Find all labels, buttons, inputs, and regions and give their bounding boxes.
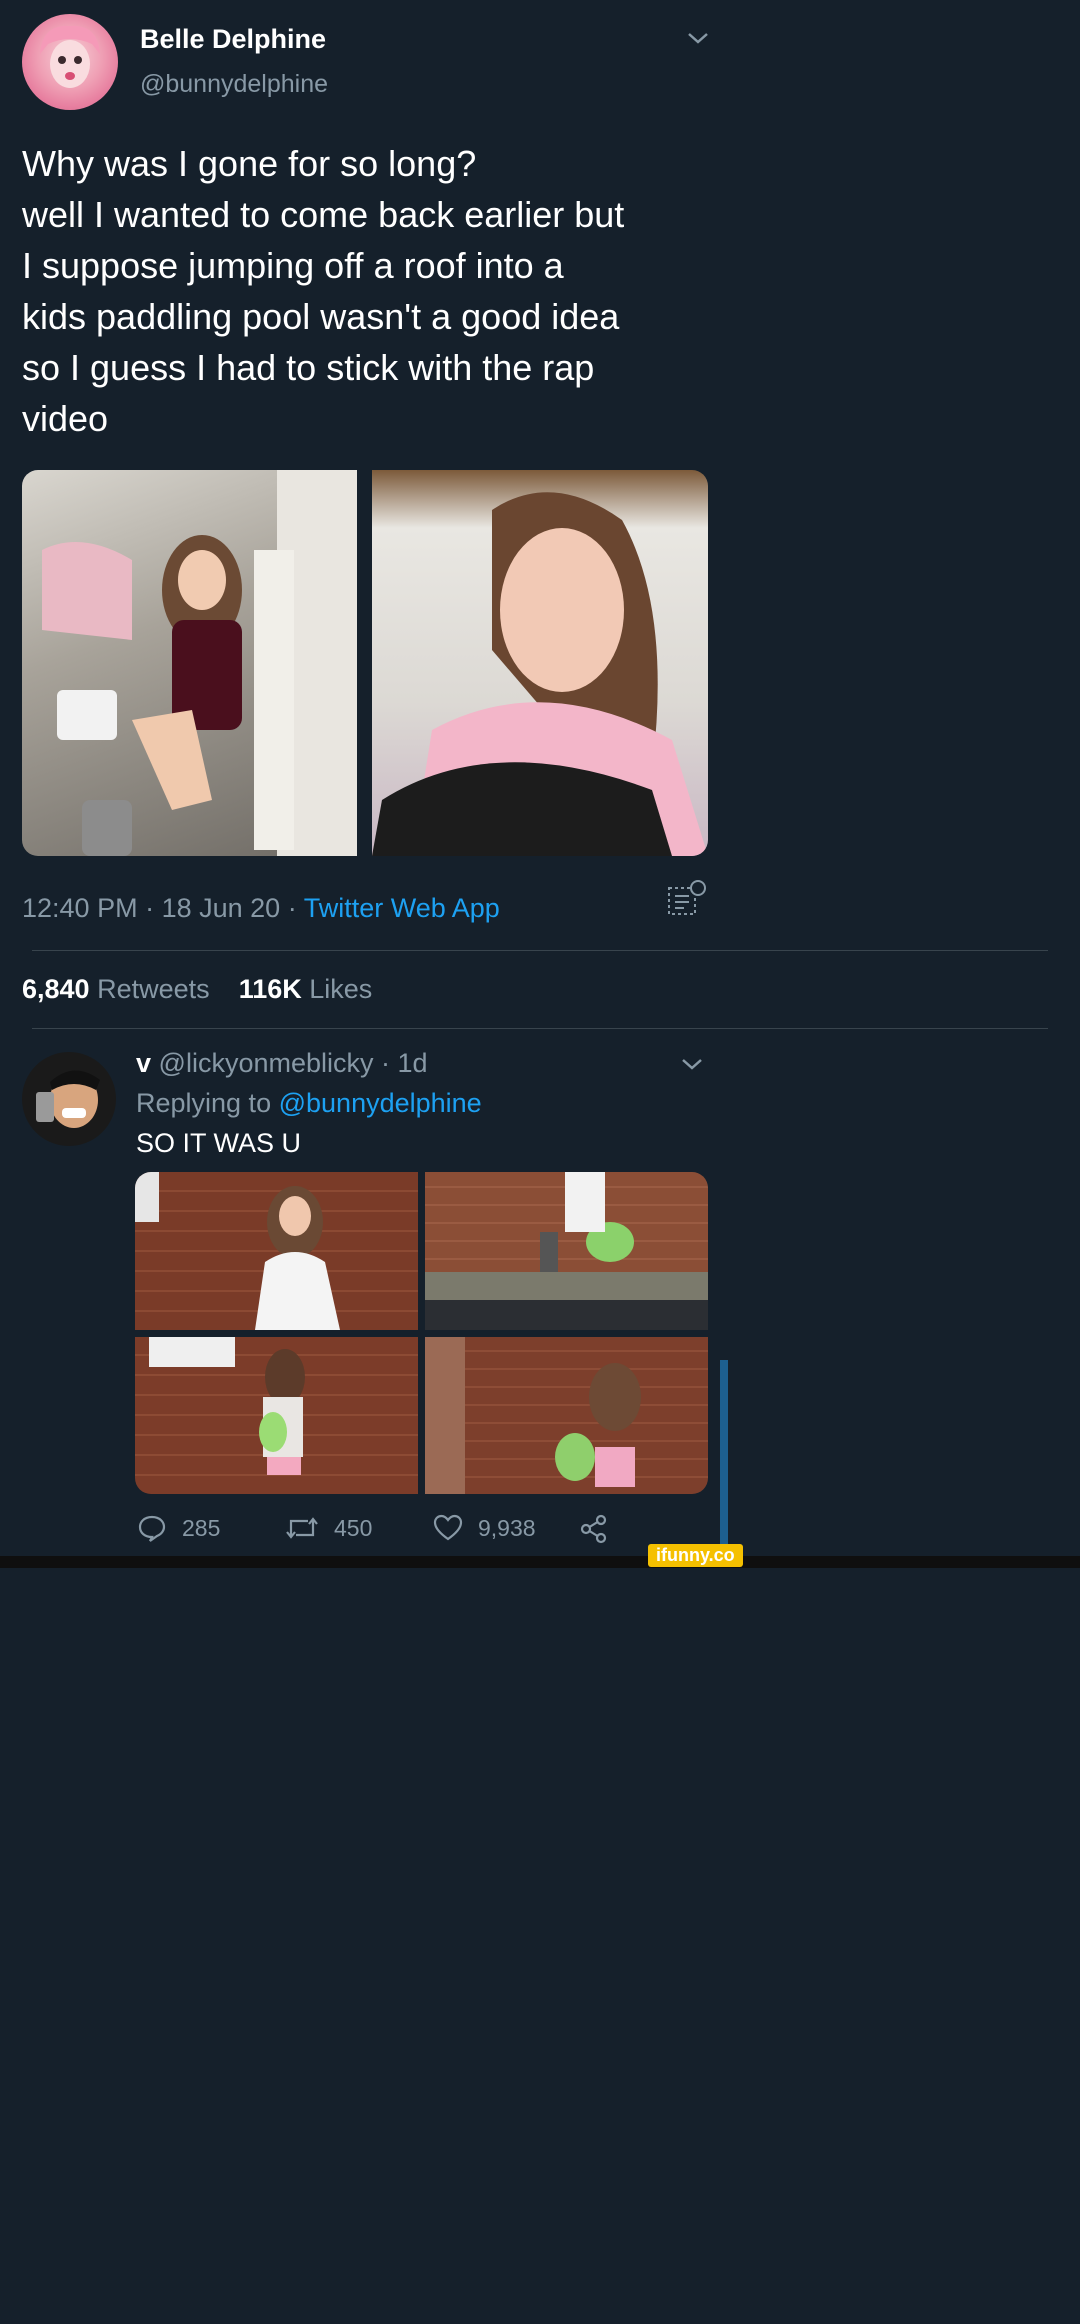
tweet-text: Why was I gone for so long? well I wante… <box>22 138 722 444</box>
divider <box>32 1028 1048 1029</box>
chevron-down-icon[interactable] <box>686 30 710 46</box>
tweet-photo-2[interactable] <box>372 470 708 856</box>
comment-icon <box>136 1512 168 1544</box>
separator: · <box>280 893 304 923</box>
divider <box>32 950 1048 951</box>
tweet-photo-1[interactable] <box>22 470 357 856</box>
reply-action[interactable]: 285 <box>136 1512 220 1544</box>
analytics-icon[interactable] <box>666 878 708 920</box>
reply-text: SO IT WAS U <box>136 1128 302 1158</box>
reply-chevron-down-icon[interactable] <box>680 1056 704 1072</box>
avatar-portrait <box>40 25 100 88</box>
tweet-meta: 12:40 PM · 18 Jun 20 · Twitter Web App <box>22 893 500 924</box>
reply-photo-4[interactable] <box>425 1337 708 1494</box>
retweets-count[interactable]: 6,840 <box>22 974 90 1004</box>
tweet-line: well I wanted to come back earlier but <box>22 194 625 235</box>
reply-author-handle[interactable]: @lickyonmeblicky <box>159 1048 374 1078</box>
like-action[interactable]: 9,938 <box>432 1512 536 1544</box>
separator: · <box>373 1048 398 1078</box>
watermark: ifunny.co <box>648 1544 743 1567</box>
replying-to: Replying to @bunnydelphine <box>136 1088 482 1119</box>
likes-count[interactable]: 116K <box>239 974 302 1004</box>
tweet-line: video <box>22 398 109 439</box>
heart-icon <box>432 1512 464 1544</box>
tweet-line: kids paddling pool wasn't a good idea <box>22 296 620 337</box>
author-handle[interactable]: @bunnydelphine <box>140 70 328 99</box>
reply-photo-3[interactable] <box>135 1337 418 1494</box>
replying-handle[interactable]: @bunnydelphine <box>279 1088 482 1118</box>
reply-avatar[interactable] <box>22 1052 116 1146</box>
retweets-label[interactable]: Retweets <box>97 974 210 1004</box>
tweet-line: Why was I gone for so long? <box>22 143 477 184</box>
scroll-indicator[interactable] <box>720 1360 728 1556</box>
share-icon[interactable] <box>578 1512 610 1544</box>
tweet-stats: 6,840 Retweets 116K Likes <box>22 974 372 1005</box>
reply-author-name[interactable]: v <box>136 1048 151 1078</box>
tweet-line: so I guess I had to stick with the rap <box>22 347 595 388</box>
reply-count: 285 <box>182 1514 221 1541</box>
retweet-count: 450 <box>334 1514 373 1541</box>
reply-photo-1[interactable] <box>135 1172 418 1330</box>
tweet-line: I suppose jumping off a roof into a <box>22 245 564 286</box>
tweet-source[interactable]: Twitter Web App <box>304 893 500 923</box>
reply-header: v @lickyonmeblicky · 1d <box>136 1048 428 1079</box>
bottom-strip <box>0 1556 1080 1568</box>
replying-prefix: Replying to <box>136 1088 272 1118</box>
reply-age[interactable]: 1d <box>398 1048 428 1078</box>
separator: · <box>137 893 162 923</box>
reply-photo-2[interactable] <box>425 1172 708 1330</box>
retweet-icon <box>284 1512 320 1544</box>
author-name[interactable]: Belle Delphine <box>140 24 326 55</box>
author-avatar[interactable] <box>22 14 118 110</box>
tweet-time: 12:40 PM <box>22 893 138 923</box>
retweet-action[interactable]: 450 <box>284 1512 372 1544</box>
tweet-date[interactable]: 18 Jun 20 <box>162 893 281 923</box>
like-count: 9,938 <box>478 1514 536 1541</box>
likes-label[interactable]: Likes <box>309 974 372 1004</box>
